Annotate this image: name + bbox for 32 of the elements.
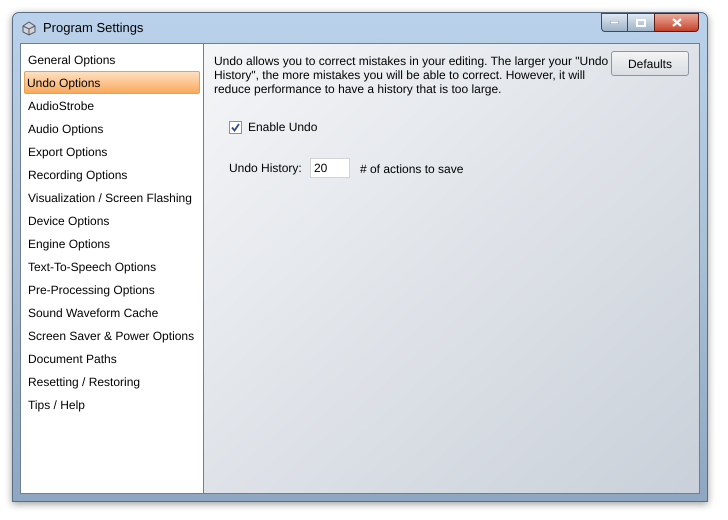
defaults-button[interactable]: Defaults (611, 51, 689, 76)
close-icon (672, 18, 682, 27)
sidebar-item[interactable]: Pre-Processing Options (24, 278, 200, 301)
sidebar-item[interactable]: General Options (24, 48, 200, 71)
undo-history-field[interactable]: 20 (310, 158, 350, 178)
sidebar-item[interactable]: Undo Options (24, 71, 200, 94)
description-text: Undo allows you to correct mistakes in your editing. The larger your "Undo History", the more mistakes you will be able to correct. However, it will reduce performance to have a history that is too large. (214, 54, 609, 96)
sidebar-item[interactable]: Recording Options (24, 163, 200, 186)
checkbox-label: Enable Undo (248, 119, 318, 136)
sidebar-item[interactable]: Resetting / Restoring (24, 370, 200, 393)
minimize-icon (610, 21, 619, 24)
maximize-button[interactable] (628, 13, 654, 32)
field-label: Undo History: (229, 160, 303, 177)
sidebar-item[interactable]: Document Paths (24, 347, 200, 370)
sidebar-item[interactable]: Visualization / Screen Flashing (24, 186, 200, 209)
window-title: Program Settings (43, 19, 144, 38)
minimize-button[interactable] (601, 13, 628, 32)
check-icon (231, 122, 240, 132)
sidebar-item[interactable]: Screen Saver & Power Options (24, 324, 200, 347)
sidebar-item[interactable]: AudioStrobe (24, 94, 200, 117)
sidebar-item[interactable]: Export Options (24, 140, 200, 163)
app-icon (21, 20, 37, 36)
maximize-icon (636, 18, 646, 26)
sidebar-item[interactable]: Device Options (24, 209, 200, 232)
checkbox[interactable] (229, 120, 242, 134)
sidebar-item[interactable]: Text-To-Speech Options (24, 255, 200, 278)
close-button[interactable] (654, 13, 699, 32)
sidebar-item[interactable]: Audio Options (24, 117, 200, 140)
sidebar-item[interactable]: Tips / Help (24, 393, 200, 416)
field-suffix: # of actions to save (360, 161, 464, 178)
sidebar-item[interactable]: Sound Waveform Cache (24, 301, 200, 324)
sidebar-item[interactable]: Engine Options (24, 232, 200, 255)
